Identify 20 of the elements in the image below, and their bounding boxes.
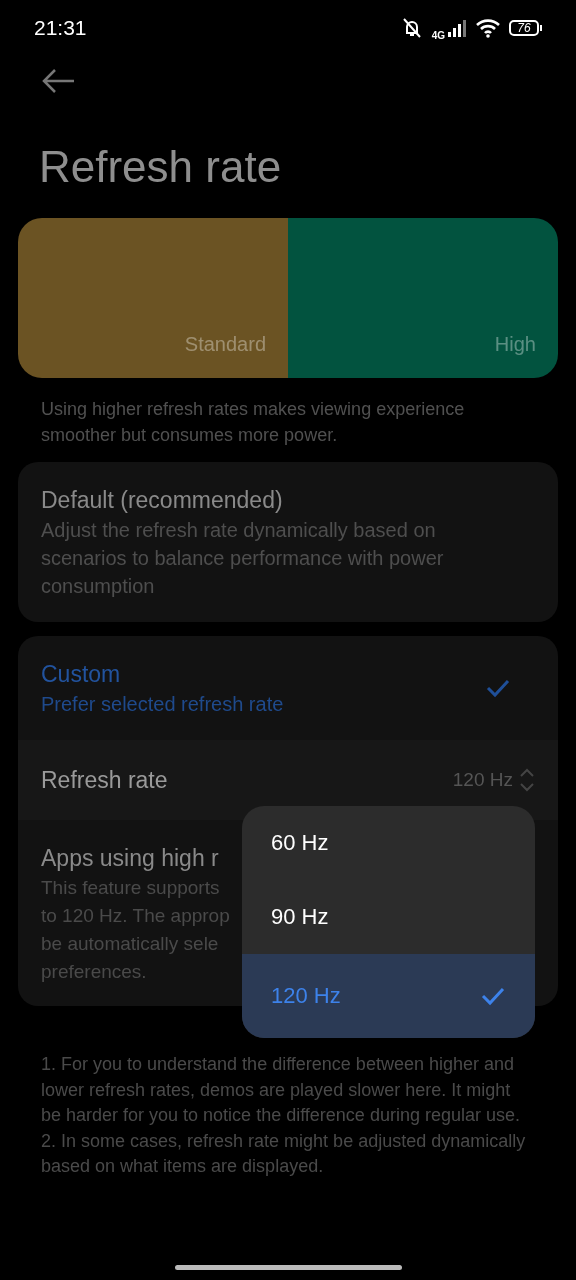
setting-description: This feature supports [41, 876, 220, 900]
mode-description: Prefer selected refresh rate [41, 692, 285, 717]
footnote: 2. In some cases, refresh rate might be adjusted dynamically based on what items are displayed. [41, 1129, 527, 1179]
setting-description: preferences. [41, 960, 147, 984]
setting-value: 120 Hz [452, 769, 513, 791]
footnote: 1. For you to understand the difference between higher and lower refresh rates, demos are played slower here. It might be harder for you to notice the difference during regular use. [41, 1053, 521, 1128]
mode-title: Default (recommended) [41, 486, 284, 515]
demo-label: High [494, 333, 536, 356]
mode-title: Custom [41, 660, 122, 689]
demo-label: Standard [184, 333, 266, 356]
clock: 21:31 [34, 16, 88, 40]
page-title: Refresh rate [39, 142, 283, 193]
setting-label: Refresh rate [41, 766, 169, 794]
caption: Using higher refresh rates makes viewing experience smoother but consumes more power. [41, 398, 466, 447]
setting-description: be automatically sele [41, 932, 219, 956]
setting-description: to 120 Hz. The approp [41, 904, 230, 928]
setting-title: Apps using high r [41, 844, 219, 873]
network-type: 4G [431, 29, 445, 41]
battery-icon: 76 [509, 20, 542, 36]
mode-description: Adjust the refresh rate dynamically based on scenarios to balance performance with power consumption [41, 518, 445, 599]
